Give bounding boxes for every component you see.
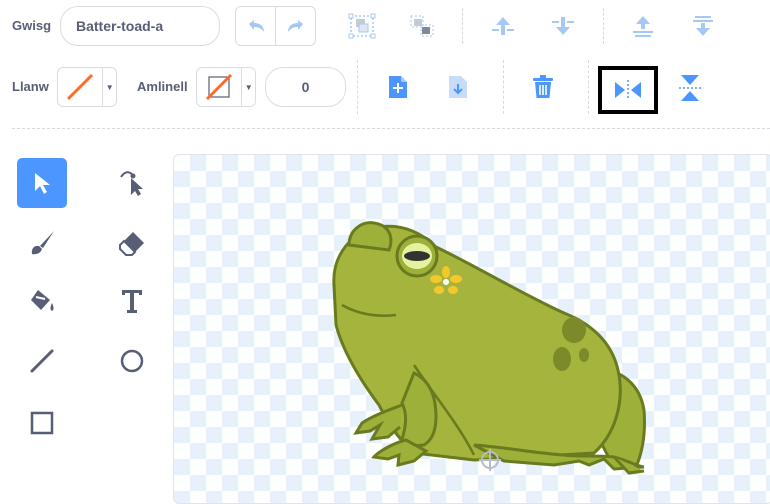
paste-icon [449, 76, 467, 98]
circle-icon [120, 349, 144, 373]
undo-redo-group [235, 6, 316, 46]
undo-icon [248, 20, 264, 32]
reshape-tool[interactable] [107, 158, 157, 208]
cursor-icon [35, 173, 50, 194]
arrow-top-icon [633, 16, 653, 37]
paste-button[interactable] [443, 72, 473, 102]
text-tool[interactable] [107, 276, 157, 326]
flip-vertical-button[interactable] [675, 70, 705, 106]
ungroup-button[interactable] [405, 10, 439, 42]
text-icon [122, 290, 142, 313]
delete-button[interactable] [528, 72, 558, 102]
arrow-down-icon [552, 17, 574, 35]
outline-width-input[interactable]: 0 [265, 67, 346, 107]
flip-horizontal-button[interactable] [598, 66, 658, 114]
redo-icon [287, 20, 303, 32]
outline-width-value: 0 [301, 79, 310, 95]
copy-icon [389, 76, 407, 98]
fill-tool[interactable] [17, 276, 67, 326]
forward-button[interactable] [488, 12, 518, 40]
reshape-icon [120, 171, 143, 196]
arrow-bottom-icon [693, 16, 713, 36]
eraser-icon [119, 232, 144, 256]
frog-illustration [332, 221, 646, 475]
ungroup-icon [410, 15, 434, 37]
group-button[interactable] [345, 10, 379, 42]
fill-label: Llanw [12, 79, 49, 94]
outline-label: Amlinell [137, 79, 188, 94]
redo-button[interactable] [275, 7, 315, 45]
eraser-tool[interactable] [107, 218, 157, 268]
flip-vertical-icon [679, 75, 701, 101]
outline-dropdown-icon: ▼ [241, 68, 255, 106]
fill-color-picker[interactable]: ▼ [57, 67, 117, 107]
rectangle-icon [30, 411, 54, 435]
undo-button[interactable] [236, 7, 275, 45]
flip-horizontal-icon [615, 80, 641, 100]
outline-color-swatch [197, 68, 241, 106]
group-icon [348, 13, 376, 39]
brush-icon [31, 231, 54, 255]
circle-tool[interactable] [107, 336, 157, 386]
trash-icon [533, 75, 553, 98]
select-tool[interactable] [17, 158, 67, 208]
brush-tool[interactable] [17, 218, 67, 268]
outline-color-picker[interactable]: ▼ [196, 67, 256, 107]
rectangle-tool[interactable] [17, 398, 67, 448]
line-icon [30, 349, 54, 373]
back-button[interactable] [688, 12, 718, 40]
costume-name-input[interactable]: Batter-toad-a [60, 6, 220, 46]
costume-name-value: Batter-toad-a [76, 18, 164, 34]
costume-label: Gwisg [12, 18, 52, 33]
paint-canvas[interactable] [173, 154, 770, 504]
copy-button[interactable] [383, 72, 413, 102]
line-tool[interactable] [17, 336, 67, 386]
arrow-up-icon [492, 17, 514, 35]
fill-color-swatch [58, 68, 102, 106]
front-button[interactable] [628, 12, 658, 40]
paint-bucket-icon [31, 290, 54, 311]
fill-dropdown-icon: ▼ [102, 68, 116, 106]
backward-button[interactable] [548, 12, 578, 40]
